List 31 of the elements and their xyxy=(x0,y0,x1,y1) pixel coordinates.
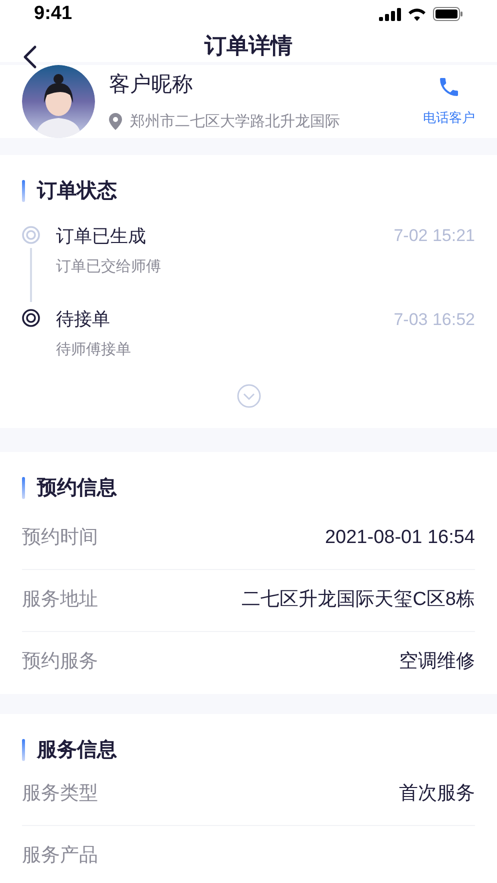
step-title: 订单已生成 xyxy=(56,224,146,248)
field-label: 预约服务 xyxy=(22,650,98,674)
step-title: 待接单 xyxy=(56,308,110,331)
accent-bar xyxy=(22,738,25,760)
field-value: 空调维修 xyxy=(399,650,475,674)
section-title: 服务信息 xyxy=(37,738,117,762)
customer-name: 客户昵称 xyxy=(109,72,194,98)
field-value: 二七区升龙国际天玺C区8栋 xyxy=(242,588,475,612)
accent-bar xyxy=(22,476,25,498)
wifi-icon xyxy=(407,7,427,22)
step-time: 7-02 15:21 xyxy=(394,225,475,248)
status-time: 9:41 xyxy=(34,2,72,26)
back-icon xyxy=(23,44,37,68)
call-customer-button[interactable]: 电话客户 xyxy=(423,74,475,128)
customer-address: 郑州市二七区大学路北升龙国际 xyxy=(130,112,340,132)
step-time: 7-03 16:52 xyxy=(394,308,475,331)
step-subtitle: 订单已交给师傅 xyxy=(56,256,162,276)
page-title: 订单详情 xyxy=(204,32,292,60)
field-label: 服务地址 xyxy=(22,588,98,612)
step-subtitle: 待师傅接单 xyxy=(56,340,132,360)
section-title: 订单状态 xyxy=(37,178,117,204)
battery-icon xyxy=(433,7,463,22)
field-value: 2021-08-01 16:54 xyxy=(324,526,475,550)
signal-icon xyxy=(379,8,401,21)
location-pin-icon xyxy=(109,113,122,130)
field-value: 首次服务 xyxy=(399,782,475,806)
field-label: 预约时间 xyxy=(22,526,98,550)
field-label: 服务产品 xyxy=(22,844,98,868)
section-title: 预约信息 xyxy=(37,476,117,500)
accent-bar xyxy=(22,180,25,202)
field-label: 服务类型 xyxy=(22,782,98,806)
